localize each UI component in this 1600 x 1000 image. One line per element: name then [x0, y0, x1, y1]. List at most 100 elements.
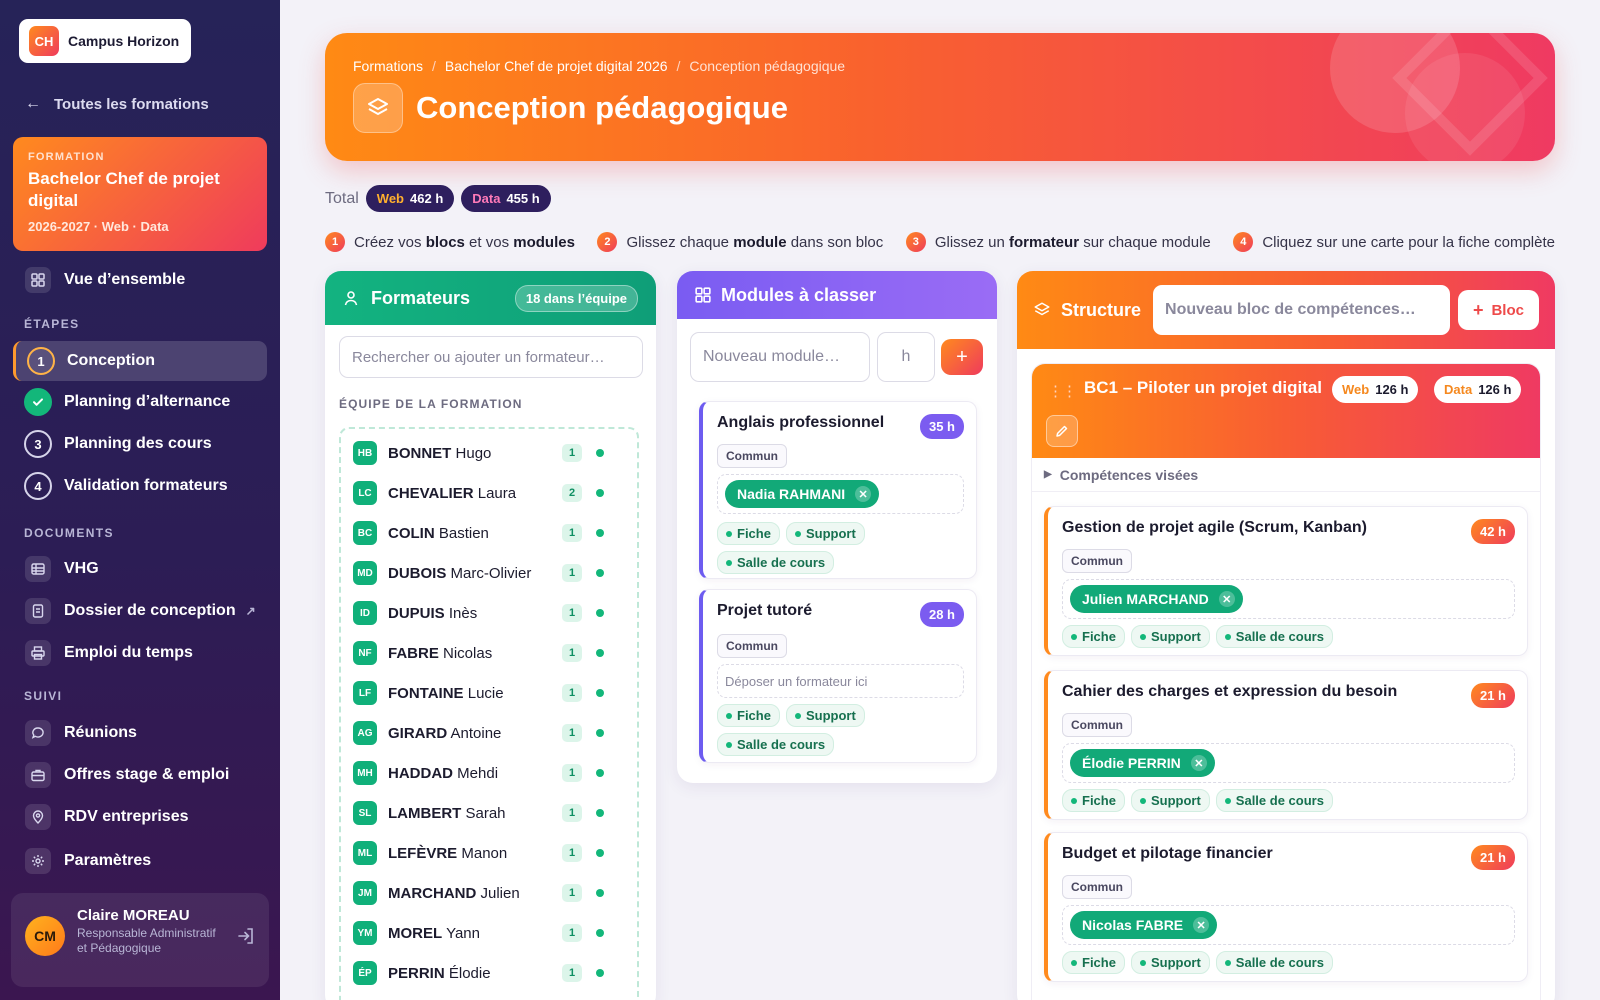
- instruction-part: Glissez chaque: [626, 233, 734, 251]
- resource-salle[interactable]: Salle de cours: [1215, 951, 1333, 974]
- status-dot: [1139, 797, 1146, 804]
- instruction-text: Glissez un formateur sur chaque module: [935, 234, 1211, 251]
- trainer-row[interactable]: MD DUBOIS Marc-Olivier 1: [347, 553, 631, 593]
- nav-step-conception[interactable]: 1 Conception: [13, 341, 267, 381]
- formateur-search-input[interactable]: Rechercher ou ajouter un formateur…: [339, 336, 643, 378]
- resource-fiche[interactable]: Fiche: [717, 704, 780, 727]
- resource-support[interactable]: Support: [1130, 951, 1210, 974]
- back-to-formations-link[interactable]: ← Toutes les formations: [25, 95, 209, 113]
- resource-support[interactable]: Support: [1130, 789, 1210, 812]
- resource-salle[interactable]: Salle de cours: [1215, 789, 1333, 812]
- nav-emploi-du-temps[interactable]: Emploi du temps: [13, 633, 267, 673]
- remove-icon[interactable]: ✕: [1193, 917, 1210, 933]
- trainer-row[interactable]: YM MOREL Yann 1: [347, 913, 631, 953]
- module-card[interactable]: Projet tutoré 28 h Commun Déposer un for…: [699, 589, 977, 763]
- resource-support[interactable]: Support: [1130, 625, 1210, 648]
- trainer-row[interactable]: NF FABRE Nicolas 1: [347, 633, 631, 673]
- trainer-row[interactable]: JM MARCHAND Julien 1: [347, 873, 631, 913]
- trainer-row[interactable]: LF FONTAINE Lucie 1: [347, 673, 631, 713]
- trainer-row[interactable]: AG GIRARD Antoine 1: [347, 713, 631, 753]
- nav-dossier-conception[interactable]: Dossier de conception ↗: [13, 591, 267, 631]
- nav-step-planning-alternance[interactable]: Planning d’alternance: [13, 382, 267, 422]
- remove-icon[interactable]: ✕: [1190, 755, 1207, 771]
- formateurs-panel: Formateurs 18 dans l’équipe Rechercher o…: [325, 271, 656, 1000]
- app-logo[interactable]: CH Campus Horizon: [19, 19, 191, 63]
- breadcrumb-item[interactable]: Formations: [353, 58, 423, 74]
- trainer-first-name: Élodie: [448, 964, 491, 982]
- resource-salle[interactable]: Salle de cours: [1215, 625, 1333, 648]
- drag-handle-icon[interactable]: ⋮⋮: [1048, 382, 1077, 400]
- module-card[interactable]: Anglais professionnel 35 h Commun Nadia …: [699, 401, 977, 579]
- nav-reunions[interactable]: Réunions: [13, 713, 267, 753]
- add-module-button[interactable]: +: [941, 339, 983, 375]
- trainer-drop-zone[interactable]: Nicolas FABRE ✕: [1062, 905, 1515, 945]
- nav-step-planning-cours[interactable]: 3 Planning des cours: [13, 424, 267, 464]
- module-card[interactable]: Budget et pilotage financier 21 h Commun…: [1044, 832, 1528, 982]
- resource-label: Fiche: [1082, 629, 1116, 644]
- resource-salle[interactable]: Salle de cours: [717, 733, 835, 756]
- trainer-row[interactable]: MH HADDAD Mehdi 1: [347, 753, 631, 793]
- competences-toggle[interactable]: ▶ Compétences visées: [1032, 458, 1540, 492]
- status-dot: [794, 712, 801, 719]
- remove-icon[interactable]: ✕: [1218, 591, 1235, 607]
- trainer-module-count: 1: [562, 924, 582, 942]
- resource-support[interactable]: Support: [785, 522, 865, 545]
- resource-fiche[interactable]: Fiche: [717, 522, 780, 545]
- resource-label: Salle de cours: [737, 737, 826, 752]
- assigned-trainer-chip[interactable]: Élodie PERRIN ✕: [1070, 749, 1215, 777]
- nav-vhg[interactable]: VHG: [13, 549, 267, 589]
- formation-card[interactable]: FORMATION Bachelor Chef de projet digita…: [13, 137, 267, 251]
- new-module-input[interactable]: Nouveau module…: [690, 332, 870, 382]
- nav-label: Emploi du temps: [64, 644, 193, 661]
- trainer-row[interactable]: HB BONNET Hugo 1: [347, 433, 631, 473]
- trainer-first-name: Sarah: [465, 804, 506, 822]
- nav-step-validation[interactable]: 4 Validation formateurs: [13, 466, 267, 506]
- module-hours-input[interactable]: h: [877, 332, 935, 382]
- edit-pencil-icon[interactable]: [1046, 415, 1078, 447]
- nav-step-label: Validation formateurs: [64, 477, 228, 494]
- breadcrumb-item[interactable]: Bachelor Chef de projet digital 2026: [445, 58, 668, 74]
- resource-fiche[interactable]: Fiche: [1062, 951, 1125, 974]
- trainer-drop-zone[interactable]: Nadia RAHMANI ✕: [717, 474, 964, 514]
- trainer-last-name: DUBOIS: [388, 564, 447, 582]
- gear-icon: [25, 848, 51, 874]
- external-link-icon: ↗: [245, 604, 256, 618]
- module-card[interactable]: Cahier des charges et expression du beso…: [1044, 670, 1528, 820]
- trainer-drop-zone[interactable]: Déposer un formateur ici: [717, 664, 964, 698]
- formation-title: Bachelor Chef de projet digital: [28, 169, 220, 210]
- trainer-row[interactable]: LC CHEVALIER Laura 2: [347, 473, 631, 513]
- avatar: CM: [25, 916, 65, 956]
- resource-fiche[interactable]: Fiche: [1062, 789, 1125, 812]
- arrow-left-icon: ←: [25, 95, 41, 112]
- new-bloc-input[interactable]: Nouveau bloc de compétences…: [1153, 285, 1450, 335]
- logout-icon[interactable]: [237, 927, 255, 950]
- instruction-number: 2: [597, 232, 618, 252]
- module-title: Projet tutoré: [717, 602, 813, 619]
- trainer-initials: JM: [353, 881, 377, 905]
- trainer-row[interactable]: BC COLIN Bastien 1: [347, 513, 631, 553]
- instruction-part: Créez vos: [354, 233, 426, 251]
- trainer-row[interactable]: SL LAMBERT Sarah 1: [347, 793, 631, 833]
- module-hours-badge: 35 h: [919, 414, 964, 439]
- trainer-row[interactable]: ID DUPUIS Inès 1: [347, 593, 631, 633]
- nav-parametres[interactable]: Paramètres: [13, 841, 267, 881]
- sidebar: CH Campus Horizon ← Toutes les formation…: [0, 0, 280, 1000]
- add-bloc-button[interactable]: + Bloc: [1457, 290, 1539, 330]
- remove-icon[interactable]: ✕: [855, 486, 872, 502]
- nav-rdv-entreprises[interactable]: RDV entreprises: [13, 797, 267, 837]
- assigned-trainer-chip[interactable]: Nicolas FABRE ✕: [1070, 911, 1218, 939]
- resource-fiche[interactable]: Fiche: [1062, 625, 1125, 648]
- trainer-name: DUPUIS Inès: [388, 605, 562, 622]
- nav-offres[interactable]: Offres stage & emploi: [13, 755, 267, 795]
- trainer-drop-zone[interactable]: Élodie PERRIN ✕: [1062, 743, 1515, 783]
- assigned-trainer-chip[interactable]: Julien MARCHAND ✕: [1070, 585, 1243, 613]
- nav-overview[interactable]: Vue d’ensemble: [13, 260, 267, 300]
- trainer-row[interactable]: ÉP PERRIN Élodie 1: [347, 953, 631, 993]
- assigned-trainer-chip[interactable]: Nadia RAHMANI ✕: [725, 480, 880, 508]
- total-web-value: 462 h: [410, 191, 444, 206]
- resource-support[interactable]: Support: [785, 704, 865, 727]
- resource-salle[interactable]: Salle de cours: [717, 551, 835, 574]
- module-card[interactable]: Gestion de projet agile (Scrum, Kanban) …: [1044, 506, 1528, 656]
- trainer-row[interactable]: ML LEFÈVRE Manon 1: [347, 833, 631, 873]
- trainer-drop-zone[interactable]: Julien MARCHAND ✕: [1062, 579, 1515, 619]
